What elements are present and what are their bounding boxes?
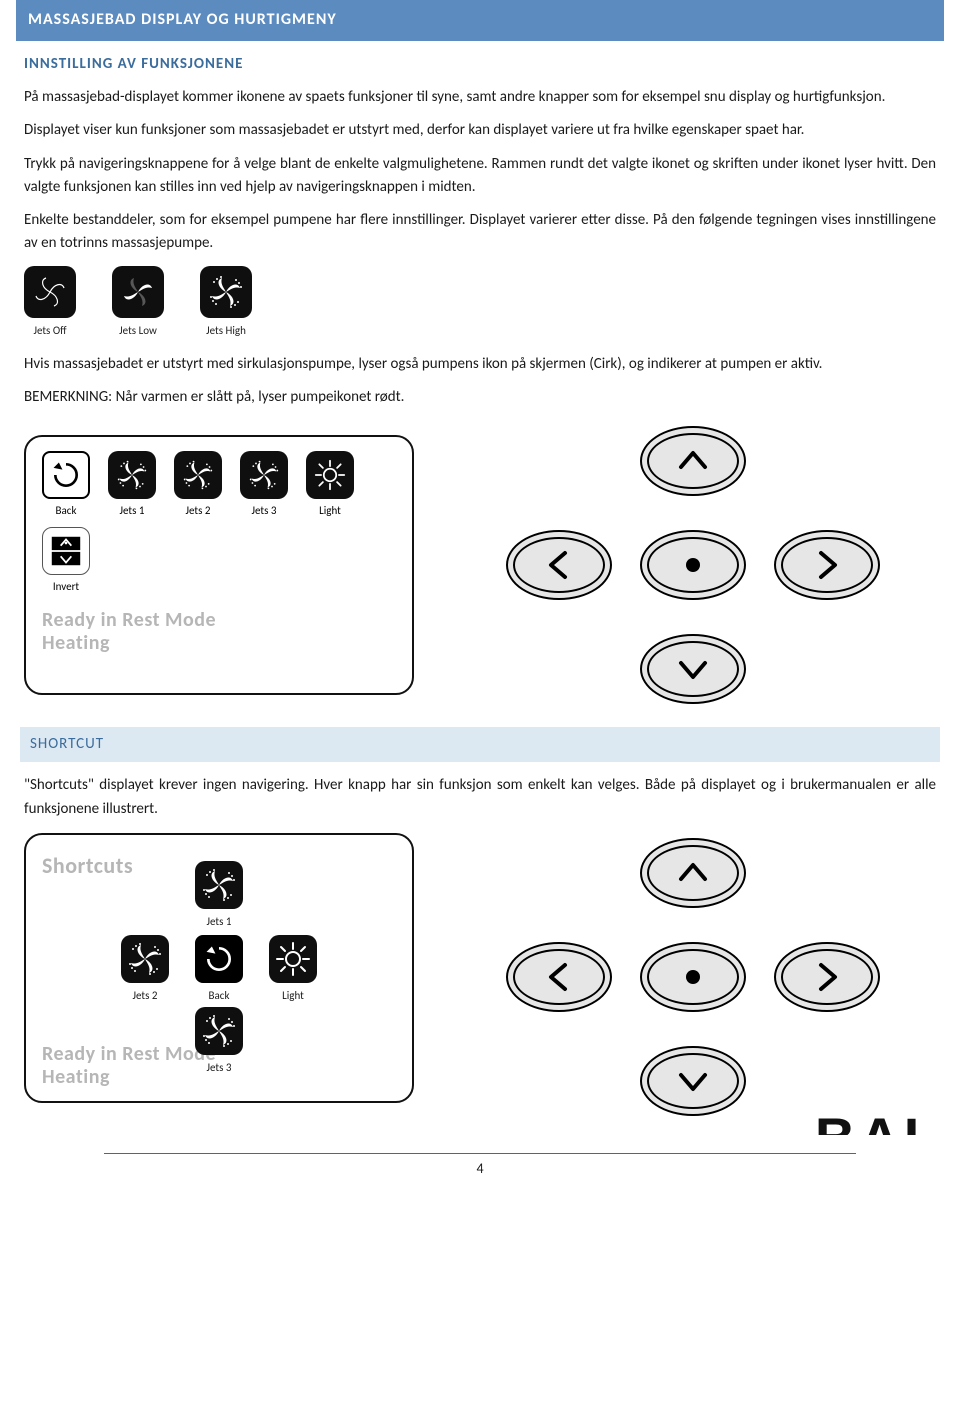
light-button-cell[interactable]: Light xyxy=(306,451,354,519)
shortcut-diagram-row: Shortcuts Jets 1 Jets 2 Back Light Jets … xyxy=(24,833,936,1135)
jets-high-icon xyxy=(200,266,252,318)
body-paragraph: Hvis massasjebadet er utstyrt med sirkul… xyxy=(24,353,936,376)
status-line1: Ready in Rest Mode xyxy=(42,608,216,632)
jets1-button-cell[interactable]: Jets 1 xyxy=(108,451,156,519)
jets1-icon xyxy=(195,861,243,909)
shortcut-jets3-cell[interactable]: Jets 3 xyxy=(195,1007,243,1076)
display-panel: Back Jets 1 Jets 2 Jets 3 Light Inv xyxy=(24,435,414,695)
jets-low-label: Jets Low xyxy=(112,322,164,339)
body-paragraph: Displayet viser kun funksjoner som massa… xyxy=(24,119,936,142)
back-button-cell[interactable]: Back xyxy=(42,451,90,519)
jets-off-icon xyxy=(24,266,76,318)
jets2-icon xyxy=(121,935,169,983)
jets-low-icon xyxy=(112,266,164,318)
status-text: Ready in Rest Mode Heating xyxy=(42,609,396,655)
nav-center-button[interactable] xyxy=(640,530,746,600)
shortcut-light-label: Light xyxy=(269,987,317,1004)
navigation-pad xyxy=(504,421,882,709)
nav-up-button[interactable] xyxy=(640,426,746,496)
jets3-button-cell[interactable]: Jets 3 xyxy=(240,451,288,519)
body-paragraph: BEMERKNING: Når varmen er slått på, lyse… xyxy=(24,386,936,409)
body-paragraph: Enkelte bestanddeler, som for eksempel p… xyxy=(24,209,936,256)
jets3-label: Jets 3 xyxy=(240,502,288,519)
shortcut-back-cell[interactable]: Back xyxy=(195,935,243,1004)
invert-icon xyxy=(42,527,90,575)
nav-center-button[interactable] xyxy=(640,942,746,1012)
jets-high-item: Jets High xyxy=(200,266,252,339)
back-icon xyxy=(42,451,90,499)
section-heading-shortcut: SHORTCUT xyxy=(20,727,940,762)
nav-right-button[interactable] xyxy=(774,942,880,1012)
back-icon xyxy=(195,935,243,983)
jets1-icon xyxy=(108,451,156,499)
center-dot-icon xyxy=(686,558,700,572)
nav-down-button[interactable] xyxy=(640,1046,746,1116)
page-number: 4 xyxy=(24,1158,936,1180)
nav-up-button[interactable] xyxy=(640,838,746,908)
shortcut-jets3-label: Jets 3 xyxy=(195,1059,243,1076)
light-icon xyxy=(269,935,317,983)
nav-down-button[interactable] xyxy=(640,634,746,704)
nav-left-button[interactable] xyxy=(506,942,612,1012)
nav-left-button[interactable] xyxy=(506,530,612,600)
main-diagram-row: Back Jets 1 Jets 2 Jets 3 Light Inv xyxy=(24,421,936,709)
jets-high-label: Jets High xyxy=(200,322,252,339)
jets2-label: Jets 2 xyxy=(174,502,222,519)
jets2-button-cell[interactable]: Jets 2 xyxy=(174,451,222,519)
shortcuts-panel: Shortcuts Jets 1 Jets 2 Back Light Jets … xyxy=(24,833,414,1103)
body-paragraph: Trykk på navigeringsknappene for å velge… xyxy=(24,153,936,200)
invert-button-cell[interactable]: Invert xyxy=(42,527,90,595)
shortcut-back-label: Back xyxy=(195,987,243,1004)
light-label: Light xyxy=(306,502,354,519)
shortcut-jets1-cell[interactable]: Jets 1 xyxy=(195,861,243,930)
shortcut-light-cell[interactable]: Light xyxy=(269,935,317,1004)
nav-right-button[interactable] xyxy=(774,530,880,600)
center-dot-icon xyxy=(686,970,700,984)
page-banner: MASSASJEBAD DISPLAY OG HURTIGMENY xyxy=(16,0,944,41)
jets3-icon xyxy=(240,451,288,499)
section-heading-innstilling: INNSTILLING AV FUNKSJONENE xyxy=(24,53,936,76)
status-line2: Heating xyxy=(42,632,396,655)
jets-off-item: Jets Off xyxy=(24,266,76,339)
body-paragraph: På massasjebad-displayet kommer ikonene … xyxy=(24,86,936,109)
jets-off-label: Jets Off xyxy=(24,322,76,339)
jets2-icon xyxy=(174,451,222,499)
shortcut-jets1-label: Jets 1 xyxy=(195,913,243,930)
shortcut-navigation-pad xyxy=(504,833,882,1121)
footer-rule xyxy=(104,1153,856,1154)
light-icon xyxy=(306,451,354,499)
shortcut-jets2-cell[interactable]: Jets 2 xyxy=(121,935,169,1004)
brand-logo-partial: BAL xyxy=(815,1095,942,1135)
invert-label: Invert xyxy=(42,578,90,595)
shortcut-jets2-label: Jets 2 xyxy=(121,987,169,1004)
jets-icon-strip: Jets Off Jets Low Jets High xyxy=(24,266,936,339)
jets1-label: Jets 1 xyxy=(108,502,156,519)
body-paragraph: "Shortcuts" displayet krever ingen navig… xyxy=(24,774,936,821)
back-label: Back xyxy=(42,502,90,519)
jets-low-item: Jets Low xyxy=(112,266,164,339)
jets3-icon xyxy=(195,1007,243,1055)
